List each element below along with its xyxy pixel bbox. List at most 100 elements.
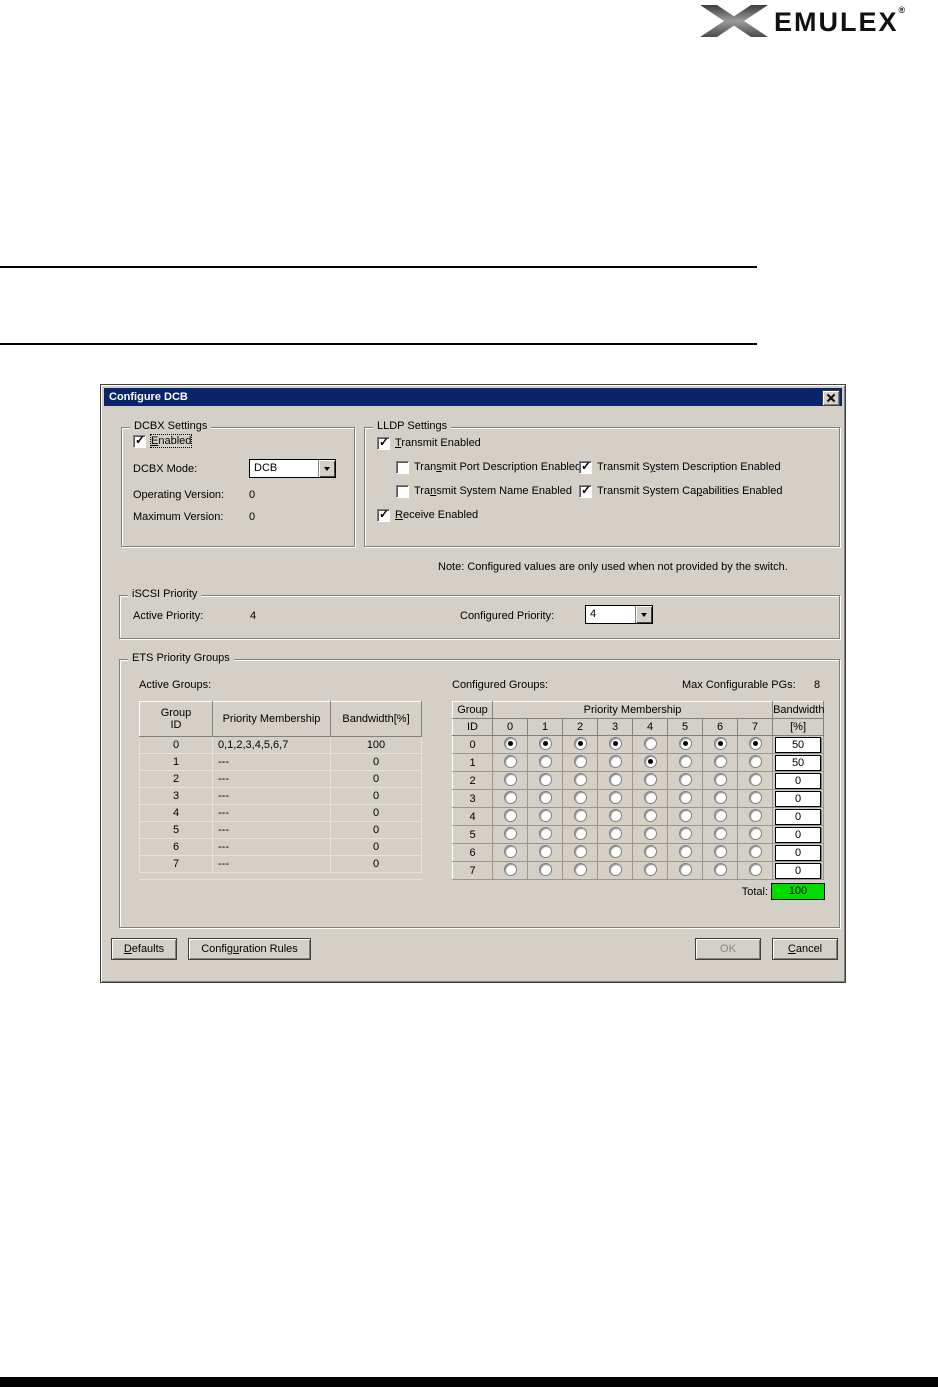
priority-radio-g2-p7[interactable] bbox=[748, 772, 762, 786]
priority-radio-g7-p1[interactable] bbox=[538, 862, 552, 876]
priority-radio-g3-p3[interactable] bbox=[608, 790, 622, 804]
priority-radio-g1-p0[interactable] bbox=[503, 754, 517, 768]
checkbox-label: Transmit System Description Enabled bbox=[597, 461, 781, 473]
receive-enabled-checkbox[interactable]: Receive Enabled bbox=[377, 507, 479, 522]
priority-radio-g2-p6[interactable] bbox=[713, 772, 727, 786]
priority-radio-g1-p3[interactable] bbox=[608, 754, 622, 768]
priority-radio-g7-p2[interactable] bbox=[573, 862, 587, 876]
priority-radio-g6-p5[interactable] bbox=[678, 844, 692, 858]
priority-radio-g5-p3[interactable] bbox=[608, 826, 622, 840]
priority-radio-g4-p2[interactable] bbox=[573, 808, 587, 822]
priority-radio-g0-p4[interactable] bbox=[643, 736, 657, 750]
priority-radio-g3-p2[interactable] bbox=[573, 790, 587, 804]
priority-radio-g3-p6[interactable] bbox=[713, 790, 727, 804]
dcbx-settings-group: DCBX Settings Enabled DCBX Mode: DCB Ope… bbox=[121, 420, 355, 547]
priority-radio-g2-p1[interactable] bbox=[538, 772, 552, 786]
priority-radio-g7-p0[interactable] bbox=[503, 862, 517, 876]
close-button[interactable] bbox=[822, 390, 840, 406]
priority-cell-g7-p3 bbox=[597, 861, 633, 880]
ok-button[interactable]: OK bbox=[695, 938, 761, 960]
bandwidth-input-g1[interactable]: 50 bbox=[775, 754, 822, 771]
dcbx-mode-select[interactable]: DCB bbox=[249, 459, 336, 478]
priority-radio-g6-p6[interactable] bbox=[713, 844, 727, 858]
dialog-titlebar[interactable]: Configure DCB bbox=[104, 388, 842, 406]
checkbox-box bbox=[377, 435, 390, 450]
priority-radio-g7-p7[interactable] bbox=[748, 862, 762, 876]
bandwidth-input-g6[interactable]: 0 bbox=[775, 844, 822, 861]
priority-radio-g2-p2[interactable] bbox=[573, 772, 587, 786]
priority-radio-g0-p2[interactable] bbox=[573, 736, 587, 750]
active-group-row: 1 --- 0 bbox=[139, 753, 422, 771]
priority-radio-g7-p6[interactable] bbox=[713, 862, 727, 876]
bandwidth-input-g7[interactable]: 0 bbox=[775, 862, 822, 879]
priority-radio-g6-p2[interactable] bbox=[573, 844, 587, 858]
priority-radio-g0-p1[interactable] bbox=[538, 736, 552, 750]
configuration-rules-button[interactable]: Configuration Rules bbox=[188, 938, 311, 960]
chevron-down-icon[interactable] bbox=[635, 606, 652, 623]
priority-radio-g3-p1[interactable] bbox=[538, 790, 552, 804]
priority-radio-g0-p7[interactable] bbox=[748, 736, 762, 750]
priority-radio-g5-p2[interactable] bbox=[573, 826, 587, 840]
priority-radio-g4-p3[interactable] bbox=[608, 808, 622, 822]
priority-radio-g2-p0[interactable] bbox=[503, 772, 517, 786]
bandwidth-cell-g5: 0 bbox=[772, 825, 825, 844]
priority-radio-g1-p4[interactable] bbox=[643, 754, 657, 768]
priority-radio-g7-p4[interactable] bbox=[643, 862, 657, 876]
priority-radio-g1-p1[interactable] bbox=[538, 754, 552, 768]
priority-radio-g3-p4[interactable] bbox=[643, 790, 657, 804]
priority-radio-g1-p6[interactable] bbox=[713, 754, 727, 768]
priority-radio-g0-p6[interactable] bbox=[713, 736, 727, 750]
priority-radio-g5-p0[interactable] bbox=[503, 826, 517, 840]
priority-radio-g2-p3[interactable] bbox=[608, 772, 622, 786]
priority-radio-g0-p3[interactable] bbox=[608, 736, 622, 750]
transmit-system-description-checkbox[interactable]: Transmit System Description Enabled bbox=[579, 459, 781, 474]
priority-radio-g1-p5[interactable] bbox=[678, 754, 692, 768]
cancel-button[interactable]: Cancel bbox=[772, 938, 838, 960]
priority-radio-g5-p4[interactable] bbox=[643, 826, 657, 840]
priority-radio-g6-p7[interactable] bbox=[748, 844, 762, 858]
priority-radio-g4-p6[interactable] bbox=[713, 808, 727, 822]
bandwidth-input-g4[interactable]: 0 bbox=[775, 808, 822, 825]
bandwidth-input-g2[interactable]: 0 bbox=[775, 772, 822, 789]
priority-radio-g3-p5[interactable] bbox=[678, 790, 692, 804]
close-icon bbox=[827, 394, 835, 402]
bandwidth-input-g5[interactable]: 0 bbox=[775, 826, 822, 843]
priority-radio-g4-p0[interactable] bbox=[503, 808, 517, 822]
priority-radio-g3-p7[interactable] bbox=[748, 790, 762, 804]
priority-radio-g4-p4[interactable] bbox=[643, 808, 657, 822]
priority-radio-g5-p6[interactable] bbox=[713, 826, 727, 840]
priority-radio-g0-p5[interactable] bbox=[678, 736, 692, 750]
priority-radio-g4-p5[interactable] bbox=[678, 808, 692, 822]
priority-radio-g5-p1[interactable] bbox=[538, 826, 552, 840]
chevron-down-icon[interactable] bbox=[318, 460, 335, 477]
transmit-enabled-checkbox[interactable]: Transmit Enabled bbox=[377, 435, 481, 450]
priority-radio-g0-p0[interactable] bbox=[503, 736, 517, 750]
transmit-system-capabilities-checkbox[interactable]: Transmit System Capabilities Enabled bbox=[579, 483, 782, 498]
active-group-membership: --- bbox=[212, 821, 331, 839]
transmit-system-name-checkbox[interactable]: Transmit System Name Enabled bbox=[396, 484, 572, 498]
bandwidth-input-g0[interactable]: 50 bbox=[775, 736, 822, 753]
priority-radio-g1-p2[interactable] bbox=[573, 754, 587, 768]
priority-radio-g5-p5[interactable] bbox=[678, 826, 692, 840]
active-group-membership: --- bbox=[212, 787, 331, 805]
priority-radio-g6-p1[interactable] bbox=[538, 844, 552, 858]
checkbox-label: Receive Enabled bbox=[395, 509, 479, 521]
priority-radio-g4-p1[interactable] bbox=[538, 808, 552, 822]
priority-radio-g7-p5[interactable] bbox=[678, 862, 692, 876]
priority-radio-g6-p0[interactable] bbox=[503, 844, 517, 858]
priority-radio-g1-p7[interactable] bbox=[748, 754, 762, 768]
transmit-port-description-checkbox[interactable]: Transmit Port Description Enabled bbox=[396, 460, 581, 474]
priority-radio-g5-p7[interactable] bbox=[748, 826, 762, 840]
bandwidth-input-g3[interactable]: 0 bbox=[775, 790, 822, 807]
priority-cell-g7-p1 bbox=[527, 861, 563, 880]
priority-radio-g6-p3[interactable] bbox=[608, 844, 622, 858]
configured-priority-select[interactable]: 4 bbox=[585, 605, 653, 624]
dcbx-enabled-checkbox[interactable]: Enabled bbox=[133, 433, 193, 448]
priority-radio-g7-p3[interactable] bbox=[608, 862, 622, 876]
defaults-button[interactable]: Defaults bbox=[111, 938, 177, 960]
priority-radio-g4-p7[interactable] bbox=[748, 808, 762, 822]
priority-radio-g6-p4[interactable] bbox=[643, 844, 657, 858]
priority-radio-g2-p4[interactable] bbox=[643, 772, 657, 786]
priority-radio-g3-p0[interactable] bbox=[503, 790, 517, 804]
priority-radio-g2-p5[interactable] bbox=[678, 772, 692, 786]
